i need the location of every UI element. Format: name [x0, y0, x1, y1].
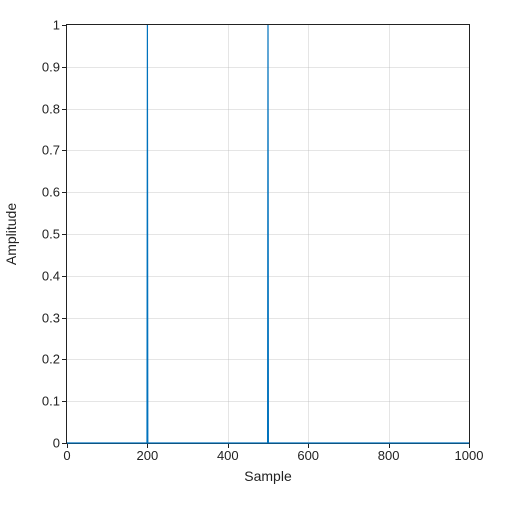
plot-line — [67, 25, 469, 443]
x-tick-label: 600 — [297, 448, 319, 463]
x-tick-label: 0 — [63, 448, 70, 463]
y-tick-label: 0.9 — [10, 59, 60, 74]
y-tick-label: 0.6 — [10, 185, 60, 200]
y-tick-label: 0.8 — [10, 101, 60, 116]
y-tick-label: 0.1 — [10, 394, 60, 409]
y-tick-label: 0.3 — [10, 310, 60, 325]
y-tick-label: 0.5 — [10, 227, 60, 242]
x-tick-label: 800 — [378, 448, 400, 463]
y-tick-label: 0.7 — [10, 143, 60, 158]
series-line — [67, 25, 469, 443]
y-tick-label: 1 — [10, 18, 60, 33]
x-axis-label: Sample — [66, 468, 470, 484]
y-tick-label: 0.2 — [10, 352, 60, 367]
y-tick — [62, 443, 67, 444]
x-tick-label: 400 — [217, 448, 239, 463]
y-tick-label: 0.4 — [10, 268, 60, 283]
x-tick-label: 1000 — [455, 448, 484, 463]
axes — [66, 24, 470, 444]
x-tick-label: 200 — [137, 448, 159, 463]
y-tick-label: 0 — [10, 436, 60, 451]
figure: Sample Amplitude 0200400600800100000.10.… — [0, 0, 512, 512]
